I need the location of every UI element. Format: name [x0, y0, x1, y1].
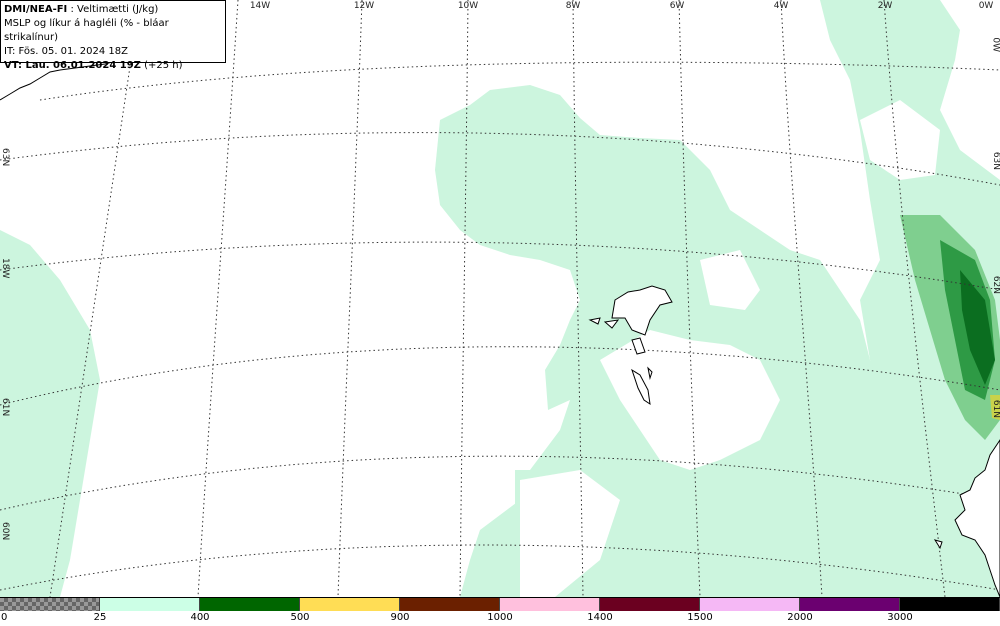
lat-label-right: 62N — [991, 275, 1000, 294]
lon-label: 8W — [565, 1, 581, 11]
legend-tick-label: 400 — [190, 612, 210, 623]
legend-swatch — [400, 598, 500, 611]
lon-label: 4W — [773, 1, 789, 11]
lon-label: 6W — [669, 1, 685, 11]
legend-swatch — [600, 598, 700, 611]
legend-swatch — [500, 598, 600, 611]
map-canvas — [0, 0, 1000, 597]
lon-label: 10W — [457, 1, 479, 11]
valid-time: VT: Lau. 06.01.2024 19Z — [4, 60, 141, 71]
info-line2: MSLP og líkur á hagléli (% - bláar strik… — [4, 18, 169, 43]
legend-swatch — [900, 598, 1000, 611]
info-line3: IT: Fös. 05. 01. 2024 18Z — [4, 46, 128, 57]
lon-label: 0W — [978, 1, 994, 11]
legend-tick-label: 1500 — [687, 612, 713, 623]
map-area: 14W 12W 10W 8W 6W 4W 2W 0W 63N 18W 61N 6… — [0, 0, 1000, 597]
legend-swatch — [700, 598, 800, 611]
cape-field-light — [0, 0, 1000, 597]
info-box: DMI/NEA-FI : Veltimætti (J/kg) MSLP og l… — [0, 0, 226, 71]
color-legend: 0 25 400 500 900 1000 1400 1500 2000 3000 — [0, 597, 1000, 626]
forecast-offset: (+25 h) — [144, 60, 183, 71]
param-name: : Veltimætti (J/kg) — [70, 4, 159, 15]
lon-label: 14W — [249, 1, 271, 11]
lat-label-left: 63N — [0, 148, 10, 167]
lon-label: 12W — [353, 1, 375, 11]
lat-label-right: 63N — [991, 151, 1000, 170]
info-line1: DMI/NEA-FI : Veltimætti (J/kg) — [4, 3, 222, 17]
legend-swatch — [800, 598, 900, 611]
legend-tick-label: 1000 — [487, 612, 513, 623]
legend-tick-label: 0 — [1, 612, 8, 623]
legend-swatch — [300, 598, 400, 611]
legend-tick-label: 3000 — [887, 612, 913, 623]
legend-tick-label: 500 — [290, 612, 310, 623]
lat-label-right: 61N — [991, 399, 1000, 418]
legend-swatch — [100, 598, 200, 611]
lon-label: 2W — [877, 1, 893, 11]
legend-tick-label: 1400 — [587, 612, 613, 623]
legend-tick-label: 900 — [390, 612, 410, 623]
legend-swatch — [0, 598, 100, 611]
lat-label-left: 18W — [0, 258, 10, 279]
legend-tick-label: 2000 — [787, 612, 813, 623]
lat-label-left: 60N — [0, 522, 10, 541]
legend-bar — [0, 597, 1000, 611]
lat-label-left: 61N — [0, 398, 10, 417]
info-line4: VT: Lau. 06.01.2024 19Z (+25 h) — [4, 59, 222, 73]
lat-label-right: 0W — [991, 37, 1000, 52]
legend-tick-label: 25 — [93, 612, 107, 623]
legend-swatch — [200, 598, 300, 611]
model-name: DMI/NEA-FI — [4, 4, 68, 15]
